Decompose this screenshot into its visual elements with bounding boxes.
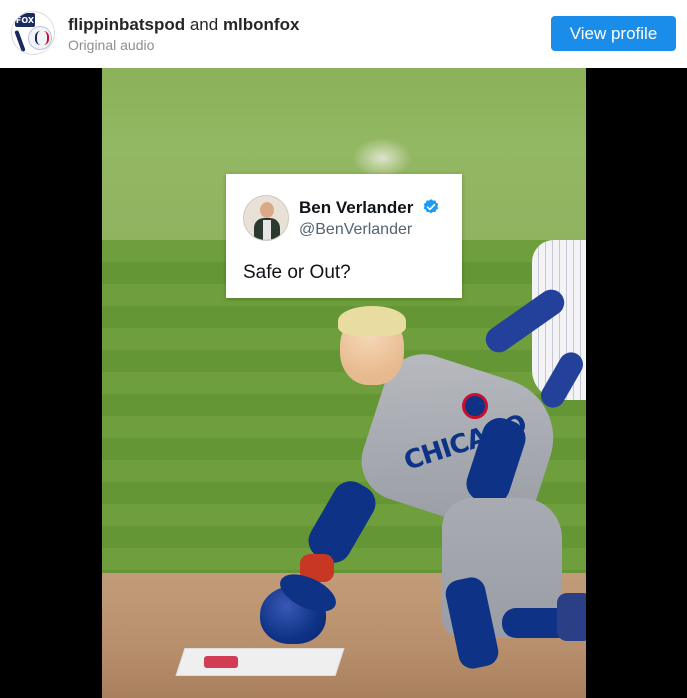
post-header: FOX flippinbatspod and mlbonfox Original… [0, 0, 687, 68]
tweet-author-name: Ben Verlander [299, 198, 414, 217]
base-logo [204, 656, 238, 668]
tweet-avatar-shirt [263, 220, 271, 240]
video-player[interactable]: CHICAGO Ben Verlander @BenVerlander Safe… [0, 68, 687, 698]
second-base [175, 648, 345, 676]
profile-avatar[interactable]: FOX [11, 11, 55, 55]
baseball-icon [28, 26, 52, 50]
tweet-avatar-head [260, 202, 274, 218]
player-hair [338, 306, 406, 336]
batting-helmet [260, 586, 326, 644]
cubs-logo-icon [462, 393, 488, 419]
tweet-author-handle: @BenVerlander [299, 221, 413, 238]
tweet-text: Safe or Out? [243, 262, 351, 283]
audio-label[interactable]: Original audio [68, 37, 154, 53]
verified-badge-icon [423, 199, 439, 214]
player-shoe [557, 593, 586, 641]
fox-logo-icon: FOX [15, 13, 35, 27]
video-frame[interactable]: CHICAGO Ben Verlander @BenVerlander Safe… [102, 68, 586, 698]
tweet-overlay-card: Ben Verlander @BenVerlander Safe or Out? [226, 174, 462, 298]
view-profile-button[interactable]: View profile [551, 16, 676, 51]
tweet-avatar [243, 195, 289, 241]
author-link-secondary[interactable]: mlbonfox [223, 15, 300, 34]
bat-icon [14, 29, 26, 53]
author-link-primary[interactable]: flippinbatspod [68, 15, 185, 34]
post-authors: flippinbatspod and mlbonfox [68, 15, 299, 35]
author-separator: and [189, 15, 219, 34]
